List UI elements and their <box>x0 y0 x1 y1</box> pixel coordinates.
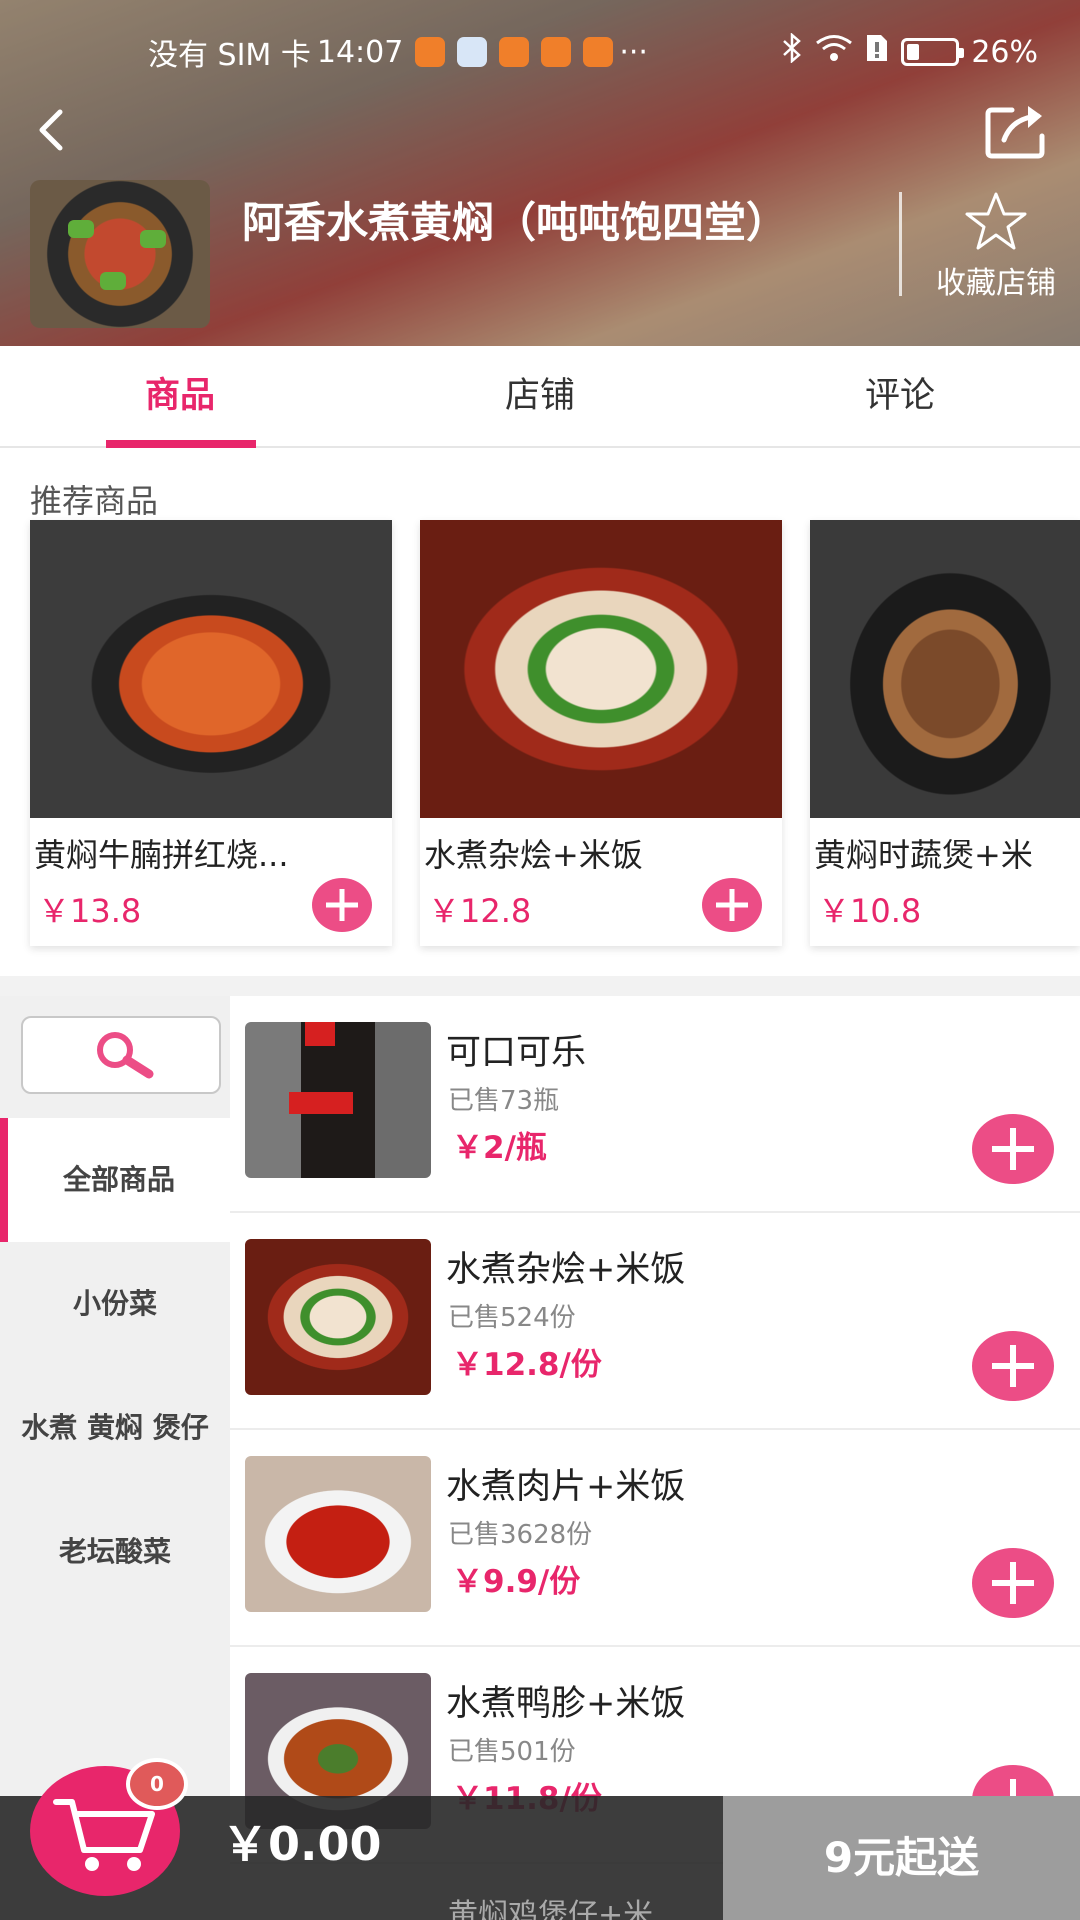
product-image <box>245 1456 431 1612</box>
product-name: 黄焖时蔬煲+米 <box>814 836 1033 874</box>
product-price: ￥9.9/份 <box>452 1564 581 1600</box>
back-button[interactable] <box>24 100 84 160</box>
sold-count: 已售3628份 <box>448 1520 593 1550</box>
product-price: ￥13.8 <box>38 892 142 930</box>
chevron-left-icon <box>39 109 63 151</box>
category-pickled-cabbage[interactable]: 老坛酸菜 <box>0 1490 230 1614</box>
sold-count: 已售501份 <box>448 1737 576 1767</box>
cart-total: ￥0.00 <box>222 1817 382 1871</box>
sim-alert-icon <box>865 33 889 71</box>
share-button[interactable] <box>982 100 1052 162</box>
product-name: 水煮肉片+米饭 <box>446 1467 686 1507</box>
product-image <box>245 1239 431 1395</box>
product-image <box>420 520 782 818</box>
product-name: 水煮鸭胗+米饭 <box>446 1684 686 1724</box>
tab-reviews[interactable]: 评论 <box>720 346 1080 446</box>
product-name: 可口可乐 <box>446 1033 587 1073</box>
notification-app-icon <box>583 37 614 67</box>
category-small-dishes[interactable]: 小份菜 <box>0 1242 230 1366</box>
wifi-icon <box>815 34 853 70</box>
tab-bar: 商品 店铺 评论 <box>0 346 1080 448</box>
recommended-card[interactable]: 黄焖时蔬煲+米 ￥10.8 <box>810 520 1080 946</box>
category-stew[interactable]: 水煮 黄焖 煲仔 <box>0 1366 230 1490</box>
cart-count-badge: 0 <box>126 1758 188 1810</box>
list-item[interactable]: 水煮肉片+米饭 已售3628份 ￥9.9/份 <box>230 1430 1080 1647</box>
recommended-card[interactable]: 水煮杂烩+米饭 ￥12.8 <box>420 520 782 946</box>
share-icon <box>985 106 1045 159</box>
shop-header: 没有 SIM 卡 14:07 ··· 26% 阿香水煮黄焖（吨吨饱四堂） 收藏店… <box>0 0 1080 346</box>
add-to-cart-button[interactable] <box>972 1114 1054 1184</box>
product-image <box>30 520 392 818</box>
add-to-cart-button[interactable] <box>972 1331 1054 1401</box>
shop-name: 阿香水煮黄焖（吨吨饱四堂） <box>242 198 789 247</box>
recommended-section: 推荐商品 黄焖牛腩拼红烧... ￥13.8 水煮杂烩+米饭 ￥12.8 黄焖时蔬… <box>0 448 1080 976</box>
product-price: ￥2/瓶 <box>452 1130 547 1166</box>
tab-shop[interactable]: 店铺 <box>360 346 720 446</box>
search-button[interactable] <box>21 1016 221 1094</box>
category-all[interactable]: 全部商品 <box>0 1118 230 1242</box>
favorite-label: 收藏店铺 <box>936 266 1056 301</box>
product-list: 可口可乐 已售73瓶 ￥2/瓶 水煮杂烩+米饭 已售524份 ￥12.8/份 水… <box>230 996 1080 1920</box>
checkout-button[interactable]: 9元起送 <box>723 1796 1080 1920</box>
recommended-card[interactable]: 黄焖牛腩拼红烧... ￥13.8 <box>30 520 392 946</box>
list-item[interactable]: 可口可乐 已售73瓶 ￥2/瓶 <box>230 996 1080 1213</box>
list-item[interactable]: 水煮杂烩+米饭 已售524份 ￥12.8/份 <box>230 1213 1080 1430</box>
add-to-cart-button[interactable] <box>312 878 372 932</box>
add-to-cart-button[interactable] <box>972 1548 1054 1618</box>
recommended-title: 推荐商品 <box>30 482 159 520</box>
battery-icon <box>901 38 965 66</box>
notification-app-icon <box>457 37 488 67</box>
product-name: 水煮杂烩+米饭 <box>446 1250 686 1290</box>
product-name-peek: 黄焖鸡煲仔+米 <box>448 1898 654 1920</box>
notification-app-icon <box>541 37 572 67</box>
battery-percent: 26% <box>971 34 1038 70</box>
more-notifications-icon: ··· <box>619 34 648 70</box>
product-price: ￥10.8 <box>818 892 922 930</box>
notification-app-icon <box>415 37 446 67</box>
carrier-text: 没有 SIM 卡 <box>148 38 311 73</box>
shop-thumbnail <box>30 180 210 328</box>
product-price: ￥12.8 <box>428 892 532 930</box>
tab-products[interactable]: 商品 <box>0 346 360 448</box>
status-bar: 没有 SIM 卡 14:07 ··· 26% <box>0 30 1080 74</box>
add-to-cart-button[interactable] <box>702 878 762 932</box>
notification-app-icon <box>499 37 530 67</box>
clock-text: 14:07 <box>316 34 404 70</box>
star-icon <box>965 192 1027 250</box>
product-name: 水煮杂烩+米饭 <box>424 836 643 874</box>
product-price: ￥12.8/份 <box>452 1347 602 1383</box>
divider <box>899 192 902 296</box>
product-image <box>810 520 1080 818</box>
search-icon <box>97 1032 154 1079</box>
sold-count: 已售73瓶 <box>448 1086 560 1116</box>
product-name: 黄焖牛腩拼红烧... <box>34 836 289 874</box>
favorite-shop-button[interactable]: 收藏店铺 <box>912 190 1080 302</box>
bluetooth-icon <box>781 32 803 71</box>
product-image <box>245 1022 431 1178</box>
sold-count: 已售524份 <box>448 1303 576 1333</box>
